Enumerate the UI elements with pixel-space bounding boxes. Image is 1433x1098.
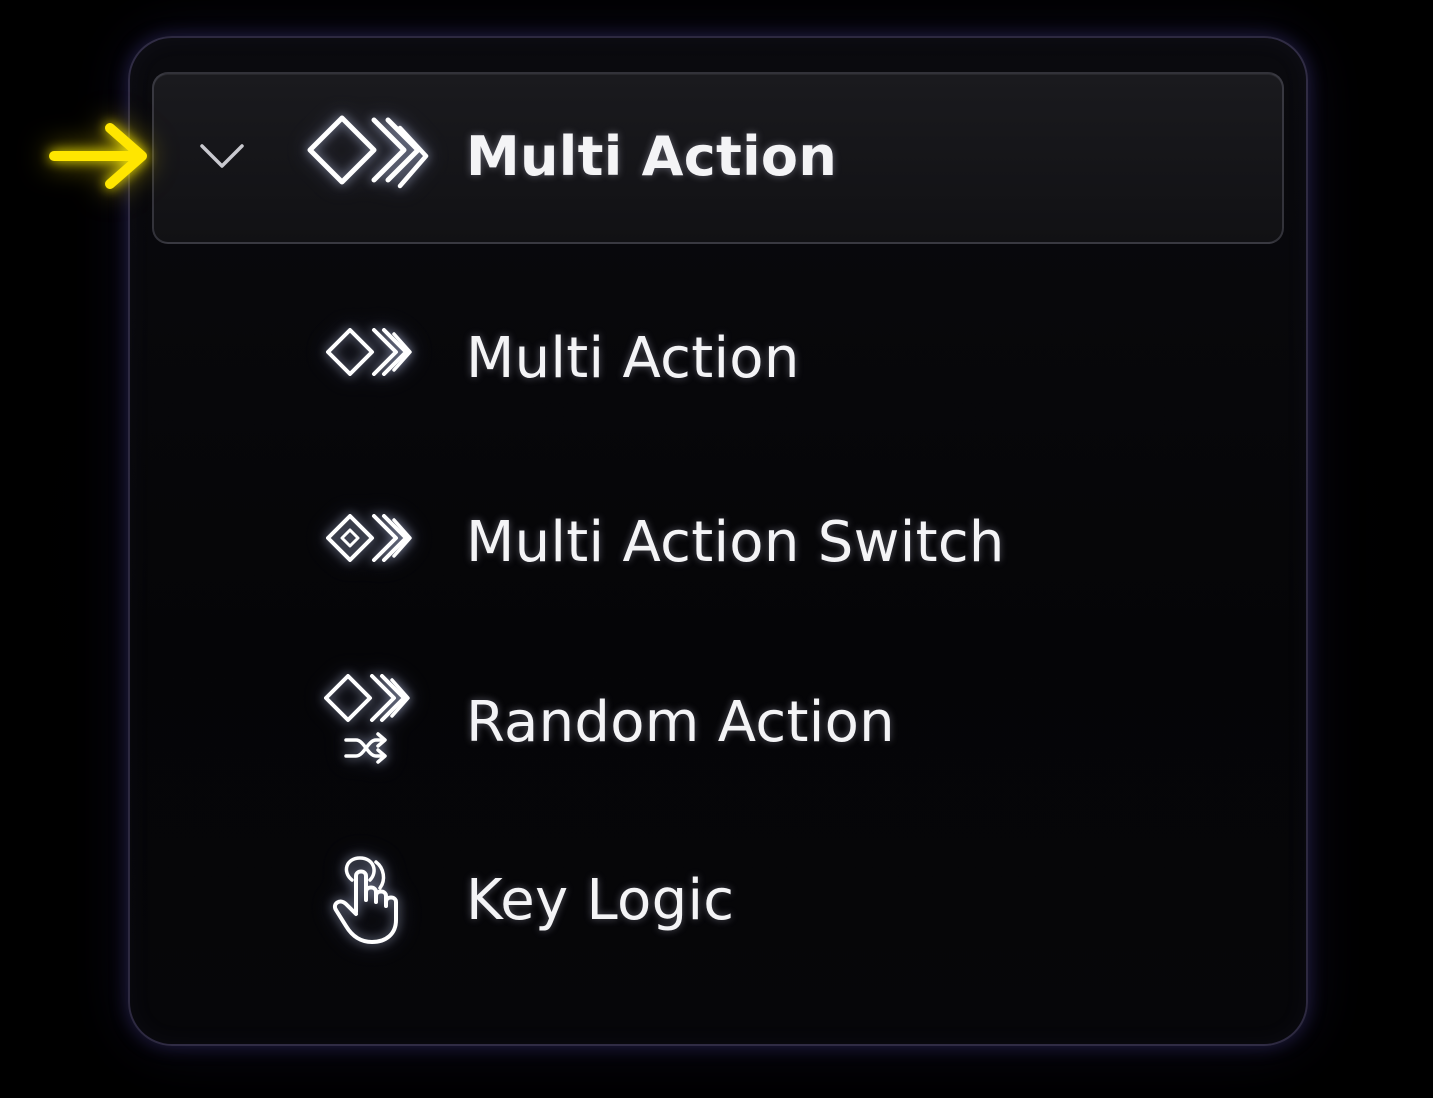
multi-action-icon bbox=[326, 328, 412, 376]
multi-action-icon bbox=[307, 115, 429, 189]
arrow-right-icon bbox=[49, 123, 147, 189]
screen: Multi Action Multi Action Multi Action S… bbox=[0, 0, 1433, 1098]
chevron-down-icon[interactable] bbox=[196, 136, 248, 176]
menu-item-label: Random Action bbox=[466, 690, 895, 755]
menu-item-random-action[interactable]: Random Action bbox=[300, 656, 1260, 786]
multi-action-switch-icon bbox=[326, 514, 412, 562]
key-logic-icon bbox=[333, 856, 398, 944]
random-action-icon bbox=[324, 674, 410, 764]
menu-item-label: Multi Action Switch bbox=[466, 510, 1005, 575]
menu-item-multi-action-switch[interactable]: Multi Action Switch bbox=[300, 476, 1260, 606]
menu-item-key-logic[interactable]: Key Logic bbox=[300, 834, 1260, 964]
menu-item-multi-action[interactable]: Multi Action bbox=[300, 292, 1260, 422]
menu-item-label: Multi Action bbox=[466, 326, 800, 391]
menu-item-label: Key Logic bbox=[466, 868, 735, 933]
category-header-label: Multi Action bbox=[466, 125, 838, 188]
